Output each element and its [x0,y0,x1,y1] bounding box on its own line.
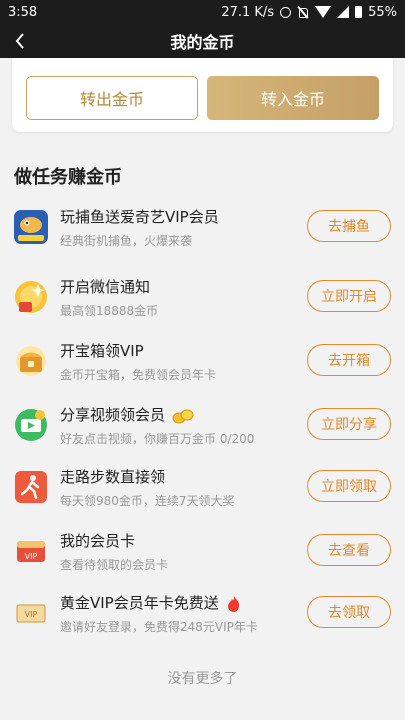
vip-ticket-icon: VIP [14,596,48,630]
network-speed: 27.1 K/s [221,4,275,20]
task-desc: 好友点击视频，你赚百万金币 0/200 [60,432,255,446]
task-title: 分享视频领会员 [60,404,194,425]
tasks-section-title: 做任务赚金币 [14,167,122,188]
task-action-button[interactable]: 去捕鱼 [307,210,391,242]
task-desc: 每天领980金币，连续7天领大奖 [60,494,235,508]
battery-level: 55% [368,4,397,20]
task-action-button[interactable]: 立即领取 [307,470,391,502]
task-action-button[interactable]: 立即开启 [307,280,391,312]
status-indicators: 27.1 K/s 55% [221,5,397,20]
task-desc: 经典街机捕鱼，火爆来袭 [60,234,193,248]
task-action-button[interactable]: 立即分享 [307,408,391,440]
task-desc: 查看待领取的会员卡 [60,558,169,572]
task-member-card: VIP 我的会员卡 查看待领取的会员卡 去查看 [0,520,405,582]
task-title: 走路步数直接领 [60,468,166,486]
gold-coins-icon [172,409,194,423]
fish-game-icon [14,210,48,244]
fire-icon [227,595,239,612]
task-wechat-notify: 开启微信通知 最高领18888金币 立即开启 [0,266,405,328]
task-desc: 金币开宝箱，免费领会员年卡 [60,368,217,382]
task-title: 黄金VIP会员年卡免费送 [60,592,241,613]
walking-icon [14,470,48,504]
transfer-in-button[interactable]: 转入金币 [207,76,379,120]
page-title: 我的金币 [170,33,235,52]
task-action-button[interactable]: 去开箱 [307,344,391,376]
task-gold-vip: VIP 黄金VIP会员年卡免费送 邀请好友登录，免费得248元VIP年卡 去领取 [0,582,405,644]
task-action-button[interactable]: 去查看 [307,534,391,566]
task-desc: 最高领18888金币 [60,304,159,318]
wifi-icon [315,6,332,18]
status-time: 3:58 [8,4,38,20]
list-end-text: 没有更多了 [167,671,238,687]
battery-icon [355,6,363,18]
coin-actions-card: 转出金币 转入金币 [12,58,393,132]
chevron-left-icon[interactable] [12,32,28,50]
task-title: 开启微信通知 [60,278,151,296]
task-action-button[interactable]: 去领取 [307,596,391,628]
task-share-video: 分享视频领会员 好友点击视频，你赚百万金币 0/200 立即分享 [0,394,405,456]
signal-icon [337,6,350,18]
share-video-icon [14,408,48,442]
vip-card-icon: VIP [14,534,48,568]
task-walking: 走路步数直接领 每天领980金币，连续7天领大奖 立即领取 [0,456,405,518]
transfer-out-button[interactable]: 转出金币 [26,76,198,120]
mute-icon [297,6,309,18]
svg-text:VIP: VIP [25,610,38,619]
task-title: 玩捕鱼送爱奇艺VIP会员 [60,208,219,226]
svg-text:VIP: VIP [25,552,38,561]
coin-gift-icon [14,280,48,314]
task-title: 开宝箱领VIP [60,342,144,360]
alarm-icon [280,6,292,18]
task-title: 我的会员卡 [60,532,136,550]
treasure-box-icon [14,344,48,378]
status-bar: 3:58 27.1 K/s 55% [0,0,405,24]
task-treasure-box: 开宝箱领VIP 金币开宝箱，免费领会员年卡 去开箱 [0,330,405,392]
title-bar: 我的金币 [0,24,405,58]
task-fishing: 玩捕鱼送爱奇艺VIP会员 经典街机捕鱼，火爆来袭 去捕鱼 [0,196,405,258]
task-desc: 邀请好友登录，免费得248元VIP年卡 [60,620,258,634]
